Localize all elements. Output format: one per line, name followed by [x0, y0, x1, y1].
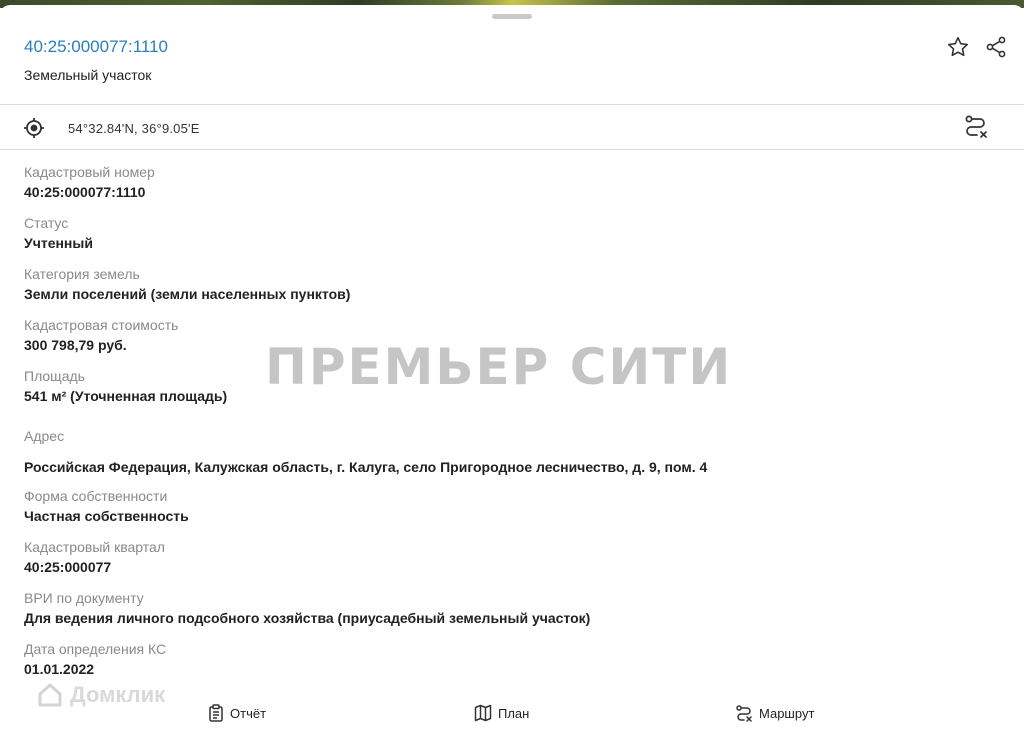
bottom-tab-bar: Отчёт План Маршрут [0, 690, 1024, 743]
share-button[interactable] [982, 33, 1010, 61]
field-land-category: Категория земель Земли поселений (земли … [24, 265, 350, 303]
field-area: Площадь 541 м² (Уточненная площадь) [24, 367, 227, 405]
share-icon [986, 36, 1006, 58]
clipboard-icon [209, 704, 223, 722]
field-value: Учтенный [24, 235, 93, 251]
sheet-header: 40:25:000077:1110 Земельный участок [0, 5, 1024, 105]
field-label: Кадастровый квартал [24, 539, 165, 555]
bottom-sheet: 40:25:000077:1110 Земельный участок 54°3… [0, 5, 1024, 743]
tab-plan[interactable]: План [474, 704, 529, 722]
tab-report[interactable]: Отчёт [208, 704, 266, 722]
field-status: Статус Учтенный [24, 214, 93, 252]
field-value: 300 798,79 руб. [24, 337, 127, 353]
field-value: 541 м² (Уточненная площадь) [24, 388, 228, 404]
field-value[interactable]: 40:25:000077 [24, 558, 165, 576]
field-label: Статус [24, 215, 69, 231]
field-permitted-use: ВРИ по документу Для ведения личного под… [24, 589, 590, 627]
tab-label: Маршрут [759, 705, 815, 721]
field-address: Адрес Российская Федерация, Калужская об… [24, 427, 707, 476]
route-icon [736, 705, 752, 722]
favorite-button[interactable] [944, 33, 972, 61]
property-fields: Кадастровый номер 40:25:000077:1110 Стат… [24, 155, 1004, 695]
field-value: 01.01.2022 [24, 661, 95, 677]
field-valuation-date: Дата определения КС 01.01.2022 [24, 640, 166, 678]
field-label: Категория земель [24, 266, 140, 282]
field-label: Адрес [24, 428, 65, 444]
field-value: Частная собственность [24, 508, 189, 524]
field-value: Земли поселений (земли населенных пункто… [24, 286, 351, 302]
tab-route[interactable]: Маршрут [735, 704, 814, 722]
field-ownership: Форма собственности Частная собственност… [24, 487, 189, 525]
field-label: Площадь [24, 368, 85, 384]
divider [0, 104, 1024, 105]
locate-button[interactable] [20, 114, 48, 142]
field-value: Для ведения личного подсобного хозяйства… [24, 610, 591, 626]
object-type: Земельный участок [24, 67, 152, 83]
field-cadastral-value: Кадастровая стоимость 300 798,79 руб. [24, 316, 178, 354]
field-label: Форма собственности [24, 488, 168, 504]
field-label: Кадастровая стоимость [24, 317, 179, 333]
tab-label: План [498, 705, 530, 721]
crosshair-icon [24, 118, 44, 138]
field-value[interactable]: 40:25:000077:1110 [24, 183, 155, 201]
cadastral-title[interactable]: 40:25:000077:1110 [24, 37, 168, 57]
field-cadastral-quarter: Кадастровый квартал 40:25:000077 [24, 538, 165, 576]
field-cadastral-number: Кадастровый номер 40:25:000077:1110 [24, 163, 155, 201]
field-label: Дата определения КС [24, 641, 167, 657]
coordinates-row: 54°32.84'N, 36°9.05'E [0, 106, 1024, 149]
route-cancel-button[interactable] [962, 113, 990, 141]
field-label: ВРИ по документу [24, 590, 144, 606]
field-value[interactable]: Российская Федерация, Калужская область,… [24, 458, 707, 476]
divider [0, 149, 1024, 150]
field-label: Кадастровый номер [24, 164, 155, 180]
route-cancel-icon [965, 115, 987, 138]
map-icon [474, 704, 492, 722]
coordinates-text[interactable]: 54°32.84'N, 36°9.05'E [68, 121, 200, 136]
tab-label: Отчёт [230, 705, 267, 721]
star-icon [948, 37, 968, 57]
